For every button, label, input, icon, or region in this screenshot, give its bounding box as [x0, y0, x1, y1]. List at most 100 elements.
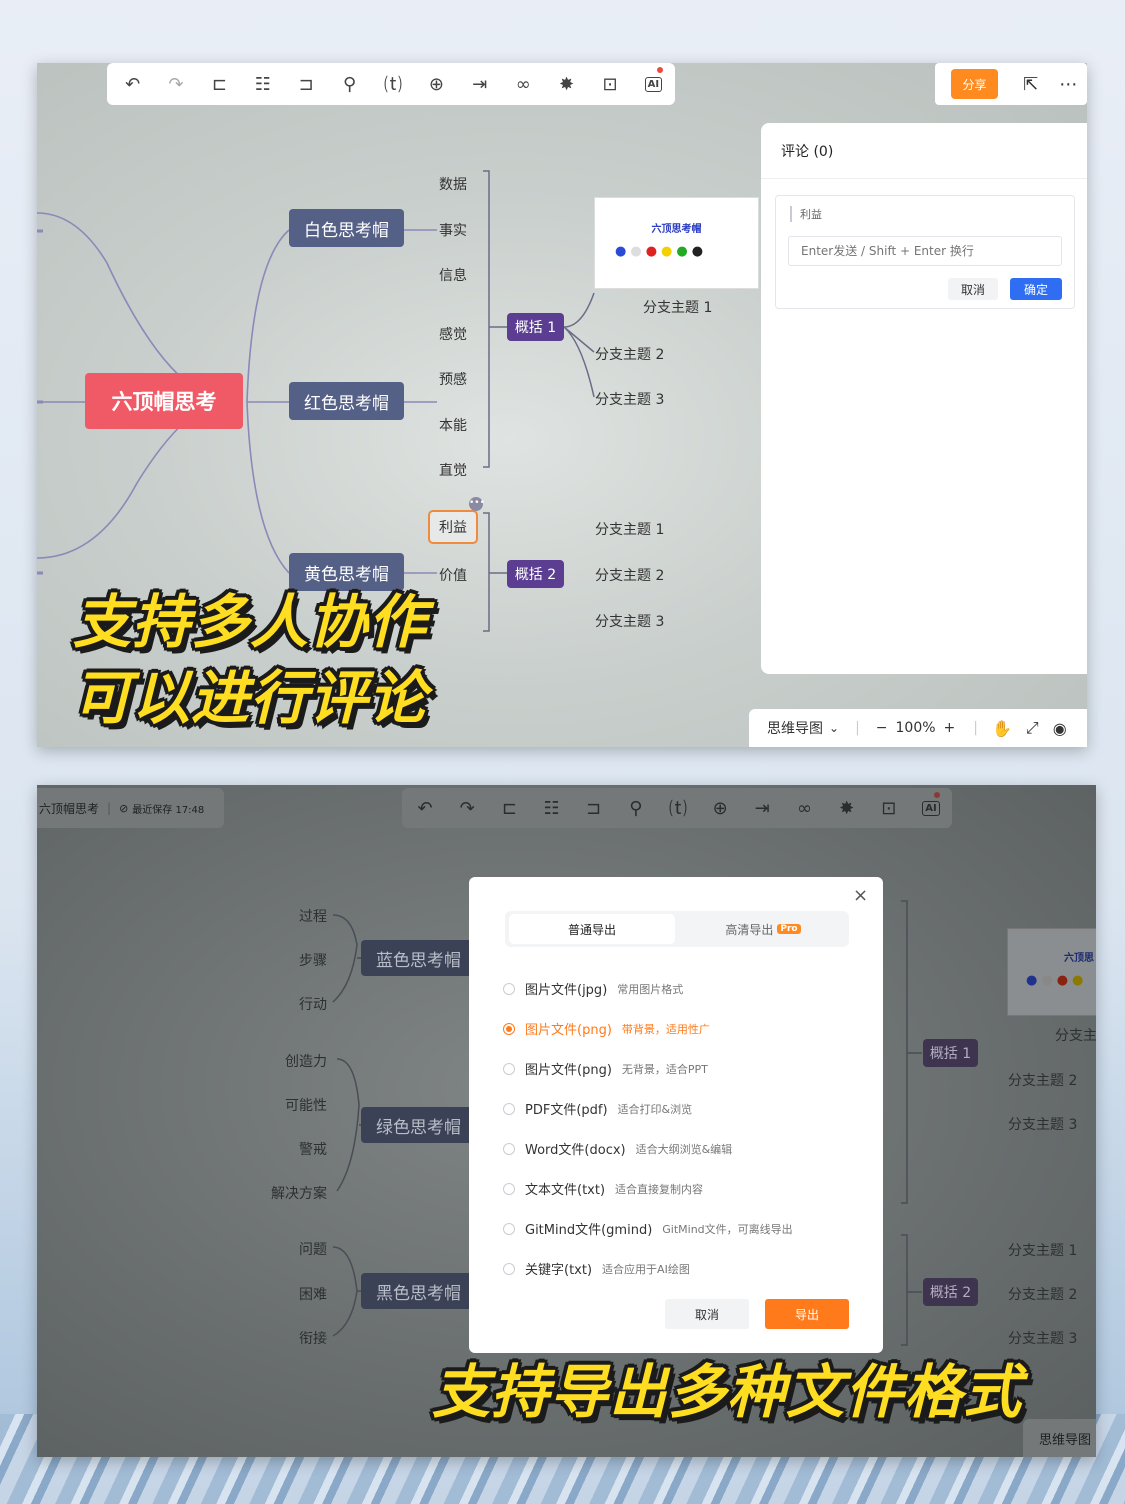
- branch-node[interactable]: 分支主题 1: [643, 297, 712, 317]
- tab-hd-export[interactable]: 高清导出 Pro: [681, 914, 845, 944]
- comment-input[interactable]: [788, 236, 1062, 266]
- export-option-docx[interactable]: Word文件(docx) 适合大纲浏览&编辑: [503, 1139, 732, 1158]
- branch-node[interactable]: 分支主题 1: [595, 519, 664, 539]
- summary-icon[interactable]: ⇥: [458, 64, 501, 104]
- document-title[interactable]: 六顶帽思考: [39, 800, 99, 817]
- hat-node-red[interactable]: 红色思考帽: [289, 382, 404, 420]
- leaf-node[interactable]: 困难: [299, 1284, 327, 1304]
- insert-icon[interactable]: ⊕: [415, 64, 458, 104]
- export-button[interactable]: 导出: [765, 1299, 849, 1329]
- branch-node[interactable]: 分支主题 3: [595, 611, 664, 631]
- hat-node-blue[interactable]: 蓝色思考帽: [361, 940, 476, 976]
- text-icon[interactable]: ⒯: [657, 788, 699, 828]
- leaf-node[interactable]: 价值: [439, 565, 467, 585]
- present-icon[interactable]: ⊡: [868, 788, 910, 828]
- export-option-png-transparent[interactable]: 图片文件(png) 无背景，适合PPT: [503, 1059, 708, 1078]
- hand-icon[interactable]: ✋: [992, 719, 1012, 738]
- undo-icon[interactable]: ↶: [404, 788, 446, 828]
- more-icon[interactable]: ⋯: [1049, 74, 1087, 95]
- ai-icon[interactable]: AI: [632, 64, 675, 104]
- leaf-node[interactable]: 警戒: [299, 1139, 327, 1159]
- summary-node-2[interactable]: 概括 2: [507, 560, 564, 588]
- cancel-button[interactable]: 取消: [665, 1299, 749, 1329]
- leaf-node[interactable]: 感觉: [439, 324, 467, 344]
- summary-icon[interactable]: ⇥: [741, 788, 783, 828]
- add-parent-icon[interactable]: ⊐: [573, 788, 615, 828]
- leaf-node[interactable]: 直觉: [439, 460, 467, 480]
- export-option-keywords[interactable]: 关键字(txt) 适合应用于AI绘图: [503, 1259, 690, 1278]
- radio-icon[interactable]: [503, 1142, 515, 1155]
- link-icon[interactable]: ∞: [783, 788, 825, 828]
- radio-icon[interactable]: [503, 1102, 515, 1115]
- leaf-node[interactable]: 可能性: [285, 1095, 327, 1115]
- cancel-button[interactable]: 取消: [948, 278, 998, 300]
- close-icon[interactable]: ×: [853, 885, 868, 906]
- hat-node-black[interactable]: 黑色思考帽: [361, 1273, 476, 1309]
- branch-node[interactable]: 分支主题 2: [595, 565, 664, 585]
- view-mode-select[interactable]: 思维导图: [1023, 1419, 1096, 1457]
- zoom-out-icon[interactable]: −: [876, 720, 888, 736]
- branch-node[interactable]: 分支主题 1: [1008, 1240, 1077, 1260]
- leaf-node[interactable]: 衔接: [299, 1328, 327, 1348]
- summary-node-1[interactable]: 概括 1: [923, 1039, 978, 1067]
- export-option-png-bg[interactable]: 图片文件(png) 带背景，适用性广: [503, 1019, 710, 1038]
- leaf-node[interactable]: 本能: [439, 415, 467, 435]
- add-sibling-icon[interactable]: ☷: [241, 64, 284, 104]
- leaf-node[interactable]: 信息: [439, 265, 467, 285]
- leaf-node[interactable]: 问题: [299, 1239, 327, 1259]
- export-option-gmind[interactable]: GitMind文件(gmind) GitMind文件，可离线导出: [503, 1219, 793, 1238]
- format-painter-icon[interactable]: ⚲: [328, 64, 371, 104]
- style-icon[interactable]: ✸: [826, 788, 868, 828]
- export-option-pdf[interactable]: PDF文件(pdf) 适合打印&浏览: [503, 1099, 692, 1118]
- leaf-node-selected[interactable]: 利益: [428, 510, 478, 544]
- redo-icon[interactable]: ↷: [446, 788, 488, 828]
- zoom-in-icon[interactable]: +: [944, 720, 956, 736]
- branch-node[interactable]: 分支主题 3: [595, 389, 664, 409]
- eye-icon[interactable]: ◉: [1053, 719, 1067, 738]
- radio-icon[interactable]: [503, 1062, 515, 1075]
- hat-node-white[interactable]: 白色思考帽: [289, 209, 404, 247]
- leaf-node[interactable]: 数据: [439, 174, 467, 194]
- text-icon[interactable]: ⒯: [371, 64, 414, 104]
- tab-normal-export[interactable]: 普通导出: [509, 914, 675, 944]
- radio-icon[interactable]: [503, 1262, 515, 1275]
- branch-node[interactable]: 分支主题 2: [595, 344, 664, 364]
- confirm-button[interactable]: 确定: [1010, 278, 1062, 300]
- leaf-node[interactable]: 过程: [299, 906, 327, 926]
- present-icon[interactable]: ⊡: [588, 64, 631, 104]
- leaf-node[interactable]: 行动: [299, 994, 327, 1014]
- branch-node[interactable]: 分支主题 2: [1008, 1070, 1077, 1090]
- leaf-node[interactable]: 创造力: [285, 1051, 327, 1071]
- leaf-node[interactable]: 步骤: [299, 950, 327, 970]
- add-child-icon[interactable]: ⊏: [198, 64, 241, 104]
- export-option-jpg[interactable]: 图片文件(jpg) 常用图片格式: [503, 979, 683, 998]
- leaf-node[interactable]: 解决方案: [271, 1183, 327, 1203]
- undo-icon[interactable]: ↶: [111, 64, 154, 104]
- radio-selected-icon[interactable]: [503, 1022, 515, 1035]
- redo-icon[interactable]: ↷: [154, 64, 197, 104]
- summary-node-2[interactable]: 概括 2: [923, 1278, 978, 1306]
- branch-node[interactable]: 分支主题 3: [1008, 1114, 1077, 1134]
- image-thumbnail[interactable]: 六顶思 ●●●●: [1007, 928, 1096, 1016]
- add-child-icon[interactable]: ⊏: [488, 788, 530, 828]
- branch-node[interactable]: 分支主: [1055, 1025, 1096, 1045]
- leaf-node[interactable]: 预感: [439, 369, 467, 389]
- share-button[interactable]: 分享: [951, 69, 998, 99]
- ai-icon[interactable]: AI: [910, 788, 952, 828]
- hat-node-green[interactable]: 绿色思考帽: [361, 1107, 476, 1143]
- format-painter-icon[interactable]: ⚲: [615, 788, 657, 828]
- insert-icon[interactable]: ⊕: [699, 788, 741, 828]
- root-node[interactable]: 六顶帽思考: [85, 373, 243, 429]
- image-thumbnail[interactable]: 六顶思考帽 ●●●●●●: [594, 197, 759, 289]
- radio-icon[interactable]: [503, 982, 515, 995]
- chevron-down-icon[interactable]: ⌄: [829, 721, 839, 735]
- add-parent-icon[interactable]: ⊐: [285, 64, 328, 104]
- branch-node[interactable]: 分支主题 2: [1008, 1284, 1077, 1304]
- summary-node-1[interactable]: 概括 1: [507, 313, 564, 341]
- add-sibling-icon[interactable]: ☷: [530, 788, 572, 828]
- view-mode-select[interactable]: 思维导图: [767, 718, 823, 738]
- leaf-node[interactable]: 事实: [439, 220, 467, 240]
- comment-icon[interactable]: •••: [469, 497, 485, 511]
- export-option-txt[interactable]: 文本文件(txt) 适合直接复制内容: [503, 1179, 703, 1198]
- radio-icon[interactable]: [503, 1182, 515, 1195]
